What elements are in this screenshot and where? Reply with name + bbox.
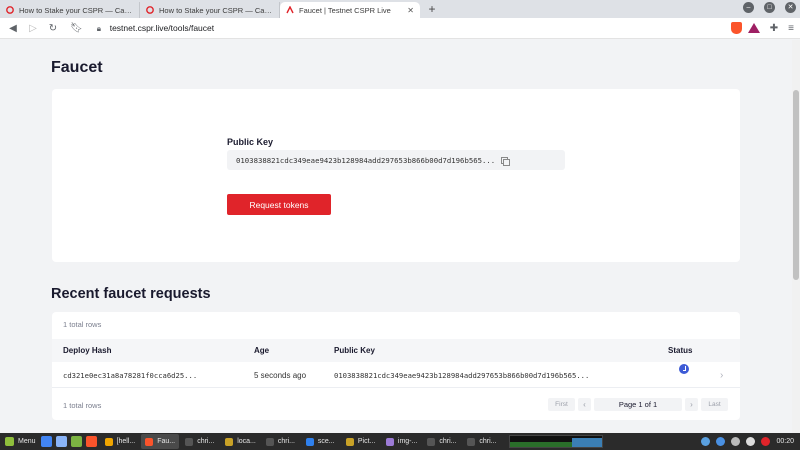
- url-text: testnet.cspr.live/tools/faucet: [109, 23, 215, 33]
- scrollbar-thumb[interactable]: [793, 90, 799, 280]
- brave-launcher-icon[interactable]: [85, 436, 97, 447]
- column-public-key: Public Key: [334, 346, 375, 355]
- total-rows-bottom: 1 total rows: [63, 401, 102, 410]
- chromium-launcher-icon[interactable]: [55, 436, 67, 447]
- extensions-puzzle-icon[interactable]: ✚: [770, 23, 778, 34]
- browser-tab-2[interactable]: How to Stake your CSPR — CasperLabs: [140, 2, 280, 18]
- column-status: Status: [668, 346, 693, 355]
- table-header: Deploy Hash Age Public Key Status: [52, 339, 740, 362]
- task-item[interactable]: loca...: [221, 434, 260, 449]
- casper-favicon-icon: [6, 6, 14, 14]
- extension-area: [730, 22, 760, 34]
- folder-icon: [345, 437, 354, 446]
- page-scrollbar[interactable]: [792, 40, 800, 433]
- bookmark-icon[interactable]: 🔖︎: [70, 23, 83, 34]
- os-taskbar: Menu [hell... Fau... chri... loca... chr…: [0, 433, 800, 450]
- tab-title: How to Stake your CSPR — CasperLabs: [159, 5, 273, 15]
- pagination: First ‹ Page 1 of 1 › Last: [548, 398, 728, 411]
- task-item[interactable]: chri...: [181, 434, 219, 449]
- bluetooth-icon[interactable]: [716, 437, 726, 446]
- minimize-icon[interactable]: –: [743, 2, 754, 13]
- system-tray: 00:20: [701, 437, 800, 446]
- brave-rewards-icon[interactable]: [747, 23, 760, 33]
- system-monitor-graph: [509, 435, 604, 448]
- tab-title: Faucet | Testnet CSPR Live: [299, 5, 391, 15]
- pager-next-icon[interactable]: ›: [685, 398, 698, 411]
- pager-last-button[interactable]: Last: [701, 398, 728, 411]
- window-controls: – □ ✕: [743, 2, 796, 13]
- column-deploy-hash: Deploy Hash: [63, 346, 112, 355]
- maximize-icon[interactable]: □: [764, 2, 775, 13]
- tab-bar: How to Stake your CSPR — CasperLabs How …: [0, 0, 800, 18]
- terminal-icon: [185, 437, 194, 446]
- notification-icon[interactable]: [761, 437, 771, 446]
- menu-label: Menu: [18, 438, 36, 445]
- back-icon[interactable]: ◀: [6, 23, 20, 34]
- pending-clock-icon: [679, 364, 689, 374]
- browser-tab-3-active[interactable]: Faucet | Testnet CSPR Live ✕: [280, 2, 420, 18]
- request-tokens-button[interactable]: Request tokens: [227, 194, 331, 215]
- page-title: Faucet: [51, 59, 103, 76]
- recent-requests-title: Recent faucet requests: [51, 286, 211, 302]
- vscode-icon: [305, 437, 314, 446]
- lock-icon: 🔒︎: [96, 24, 101, 33]
- address-bar[interactable]: 🔒︎ testnet.cspr.live/tools/faucet: [91, 20, 725, 36]
- table-row[interactable]: cd321e0ec31a8a78281f0cca6d25... 5 second…: [52, 364, 740, 388]
- browser-tab-1[interactable]: How to Stake your CSPR — CasperLabs: [0, 2, 140, 18]
- new-tab-button[interactable]: +: [424, 2, 440, 18]
- column-age: Age: [254, 346, 270, 355]
- shield-icon[interactable]: [701, 437, 711, 446]
- task-item-active[interactable]: Fau...: [141, 434, 180, 449]
- page-content: Faucet Public Key 0103838821cdc349eae942…: [0, 40, 792, 433]
- total-rows-top: 1 total rows: [63, 320, 102, 329]
- chevron-right-icon[interactable]: ›: [720, 364, 723, 387]
- brave-shields-icon[interactable]: [730, 22, 742, 34]
- files-launcher-icon[interactable]: [70, 436, 82, 447]
- network-icon[interactable]: [731, 437, 741, 446]
- mint-logo-icon: [5, 437, 14, 446]
- task-item[interactable]: chri...: [463, 434, 501, 449]
- clock: 00:20: [776, 438, 794, 445]
- deploy-hash-cell[interactable]: cd321e0ec31a8a78281f0cca6d25...: [63, 364, 197, 387]
- task-item[interactable]: sce...: [302, 434, 340, 449]
- terminal-icon: [427, 437, 436, 446]
- pager-prev-icon[interactable]: ‹: [578, 398, 591, 411]
- reload-icon[interactable]: ↻: [46, 23, 60, 34]
- tab-title: How to Stake your CSPR — CasperLabs: [19, 5, 133, 15]
- menu-hamburger-icon[interactable]: ≡: [788, 23, 794, 34]
- folder-icon: [104, 437, 113, 446]
- age-cell: 5 seconds ago: [254, 371, 307, 380]
- task-item[interactable]: [hell...: [101, 434, 140, 449]
- chrome-launcher-icon[interactable]: [40, 436, 52, 447]
- faucet-card: Public Key 0103838821cdc349eae9423b12898…: [52, 89, 740, 262]
- public-key-field[interactable]: 0103838821cdc349eae9423b128984add297653b…: [227, 150, 565, 170]
- start-menu-button[interactable]: Menu: [0, 433, 41, 450]
- volume-icon[interactable]: [746, 437, 756, 446]
- requests-table-card: 1 total rows Deploy Hash Age Public Key …: [52, 312, 740, 420]
- browser-toolbar: ◀ ▷ ↻ 🔖︎ 🔒︎ testnet.cspr.live/tools/fauc…: [0, 18, 800, 39]
- cspr-live-favicon-icon: [286, 5, 294, 14]
- tab-close-icon[interactable]: ✕: [407, 6, 414, 15]
- terminal-icon: [467, 437, 476, 446]
- forward-icon[interactable]: ▷: [26, 23, 40, 34]
- copy-icon[interactable]: [501, 156, 511, 166]
- close-window-icon[interactable]: ✕: [785, 2, 796, 13]
- folder-icon: [225, 437, 234, 446]
- brave-icon: [145, 437, 154, 446]
- terminal-icon: [265, 437, 274, 446]
- public-key-value: 0103838821cdc349eae9423b128984add297653b…: [236, 155, 496, 165]
- task-item[interactable]: chri...: [262, 434, 300, 449]
- public-key-label: Public Key: [227, 137, 274, 147]
- task-item[interactable]: img-...: [382, 434, 421, 449]
- pager-info: Page 1 of 1: [594, 398, 682, 411]
- task-item[interactable]: chri...: [423, 434, 461, 449]
- public-key-cell[interactable]: 0103838821cdc349eae9423b128984add297653b…: [334, 364, 589, 387]
- casper-favicon-icon: [146, 6, 154, 14]
- image-icon: [385, 437, 394, 446]
- pager-first-button[interactable]: First: [548, 398, 575, 411]
- task-item[interactable]: Pict...: [342, 434, 380, 449]
